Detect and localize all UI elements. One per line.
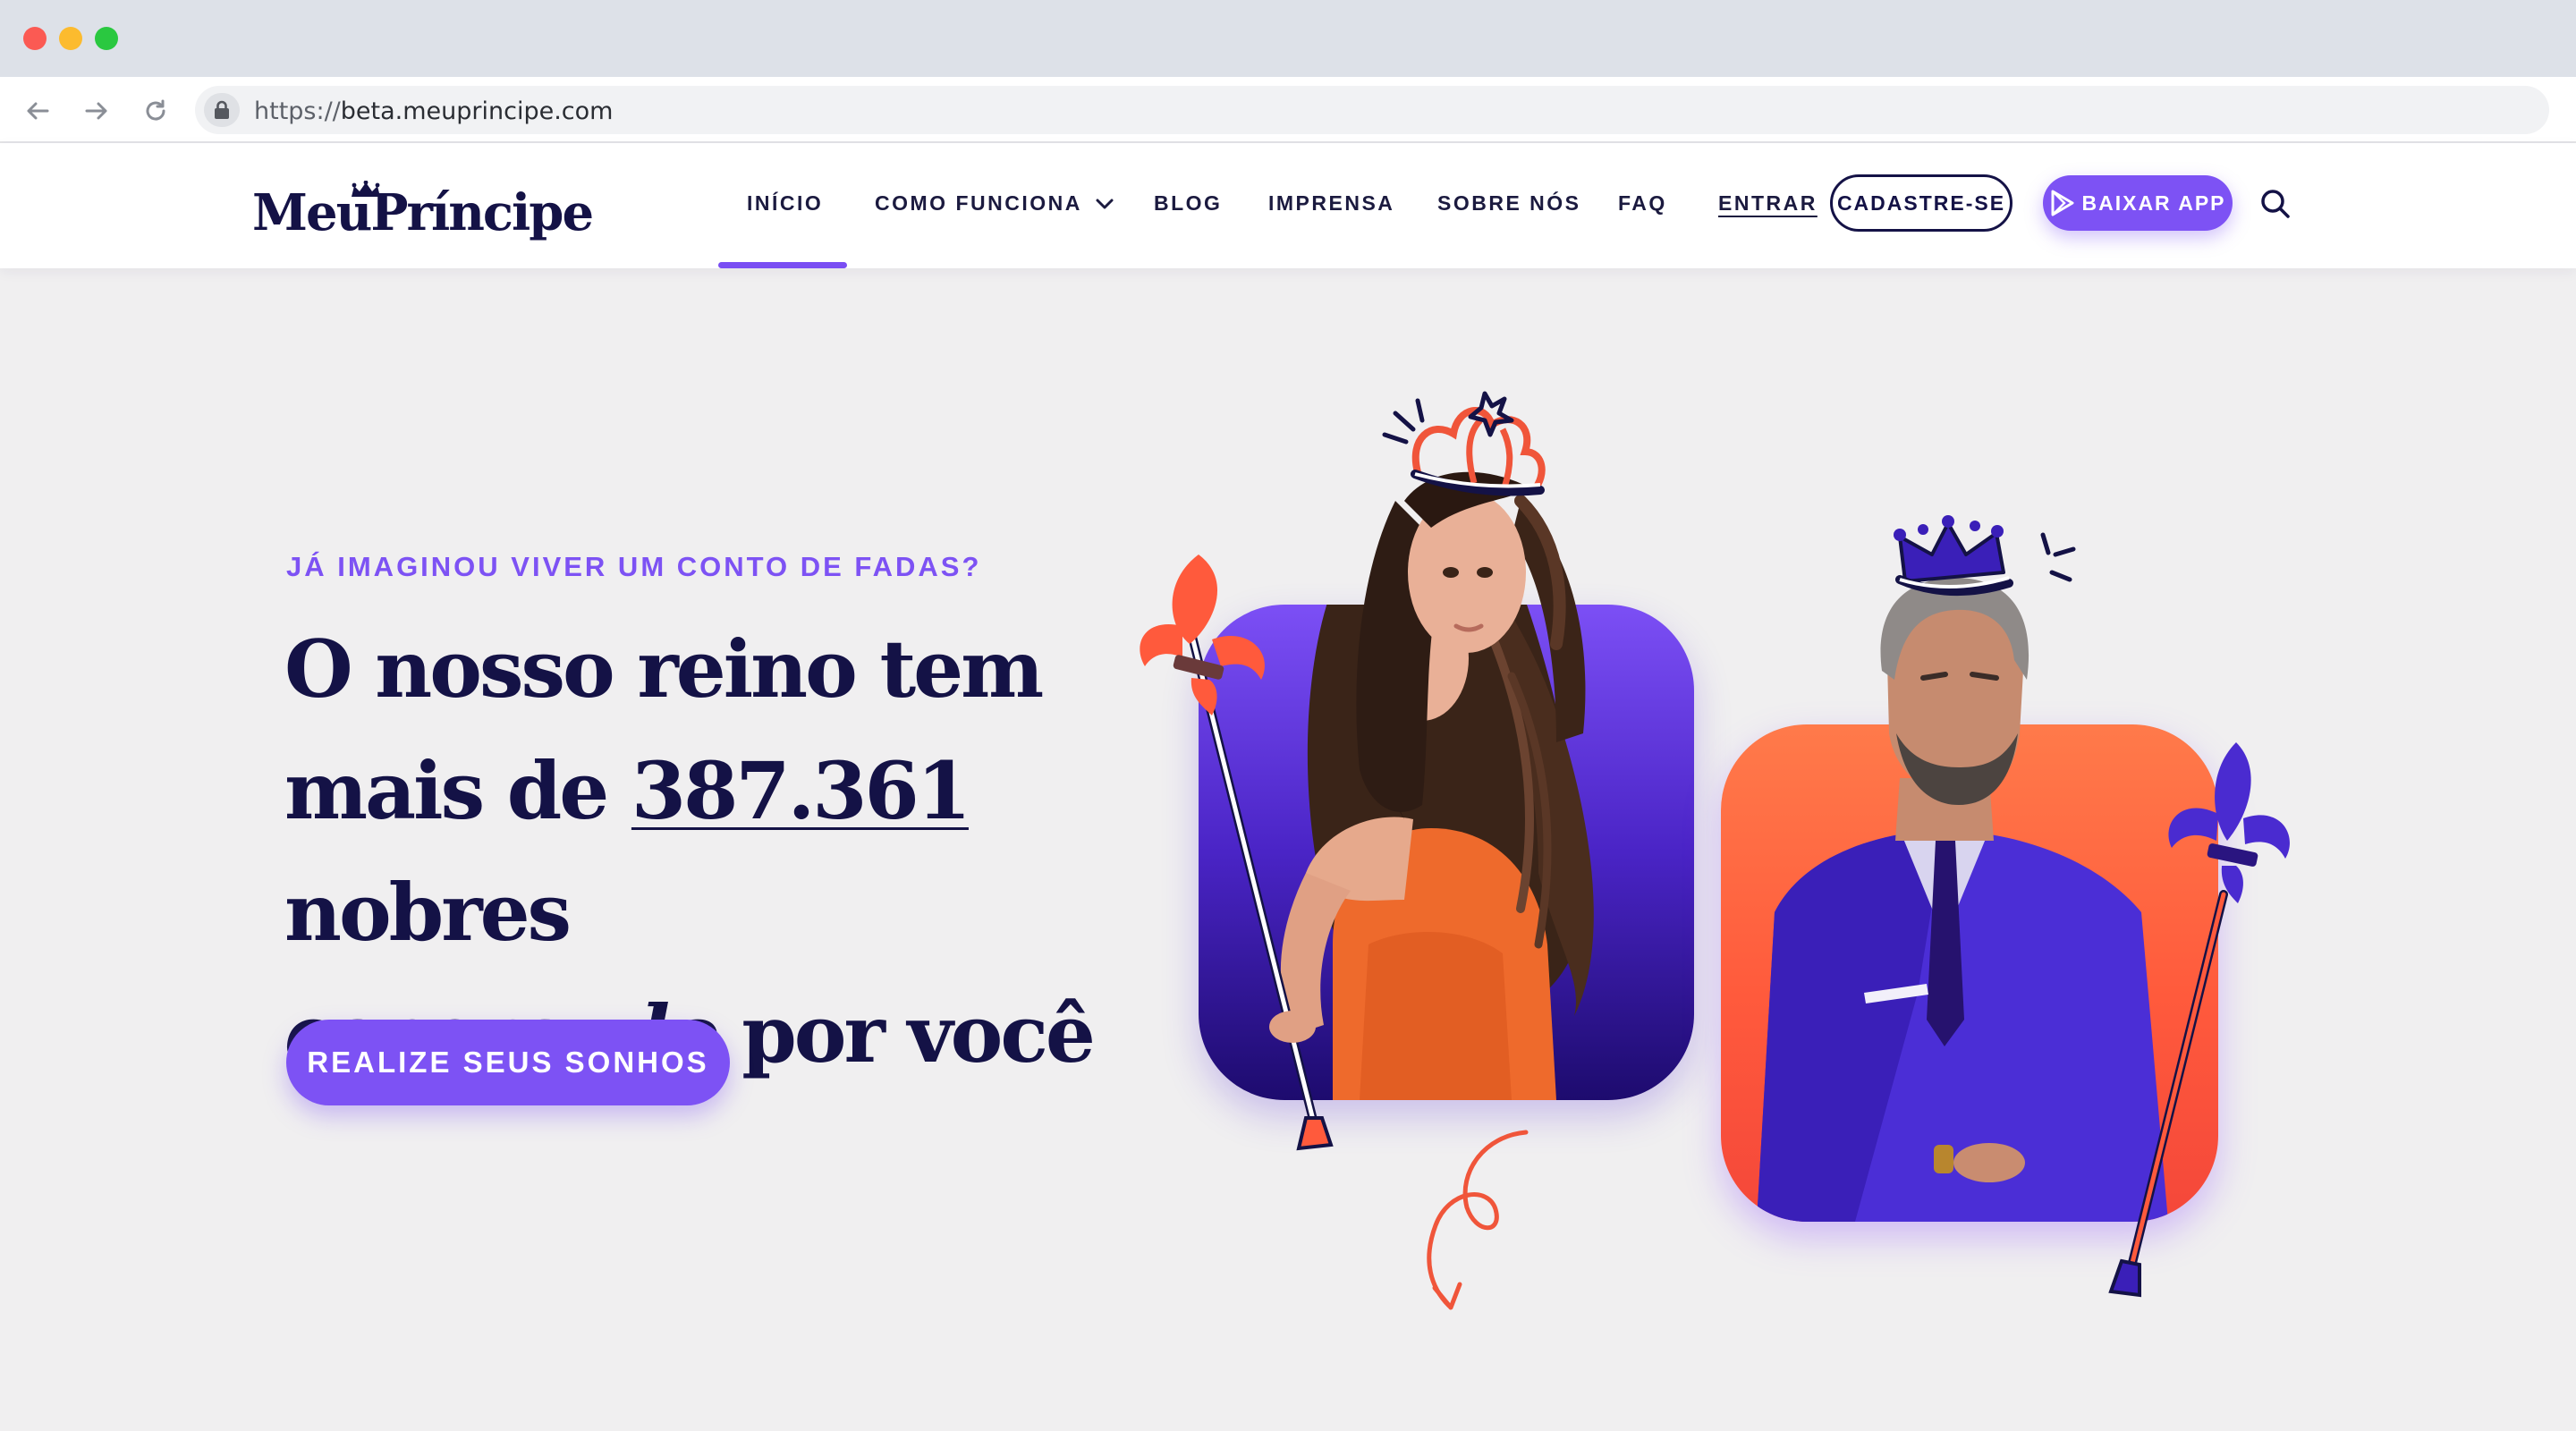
forward-button[interactable] xyxy=(79,93,114,129)
arrow-right-icon xyxy=(85,102,107,120)
nav-faq[interactable]: FAQ xyxy=(1618,191,1667,216)
logo[interactable]: MeuPríncipe xyxy=(252,177,594,249)
nav-imprensa[interactable]: IMPRENSA xyxy=(1268,191,1394,216)
search-button[interactable] xyxy=(2258,186,2293,222)
search-icon xyxy=(2261,190,2290,218)
chevron-down-icon xyxy=(1096,199,1114,209)
nav-blog[interactable]: BLOG xyxy=(1154,191,1222,216)
signup-button[interactable]: CADASTRE-SE xyxy=(1830,174,2012,232)
window-minimize-button[interactable] xyxy=(59,27,82,50)
browser-titlebar xyxy=(0,0,2576,77)
hero-eyebrow: JÁ IMAGINOU VIVER UM CONTO DE FADAS? xyxy=(286,551,982,582)
lock-icon xyxy=(215,100,229,119)
nav-inicio[interactable]: INÍCIO xyxy=(747,191,823,216)
window-close-button[interactable] xyxy=(23,27,47,50)
site-header: MeuPríncipe INÍCIO COMO FUNCIONA BLOG IM… xyxy=(0,143,2576,268)
arrow-left-icon xyxy=(27,102,49,120)
cta-button[interactable]: REALIZE SEUS SONHOS xyxy=(286,1020,730,1105)
nav-como-funciona-label: COMO FUNCIONA xyxy=(875,191,1081,215)
curly-arrow-head xyxy=(1432,1282,1462,1310)
download-app-button[interactable]: BAIXAR APP xyxy=(2043,175,2233,231)
nav-entrar[interactable]: ENTRAR xyxy=(1718,191,1818,216)
princess-card xyxy=(1199,605,1694,1100)
address-bar[interactable]: https://beta.meuprincipe.com xyxy=(195,86,2549,134)
prince-card xyxy=(1721,724,2218,1222)
headline-line-2-pre: mais de xyxy=(284,744,631,837)
play-store-icon xyxy=(2051,190,2073,216)
browser-toolbar: https://beta.meuprincipe.com xyxy=(0,77,2576,143)
reload-icon xyxy=(146,99,165,121)
crown-icon xyxy=(352,181,380,197)
crown-icon xyxy=(1894,515,2076,597)
crown-icon xyxy=(1382,391,1546,496)
nav-sobre-nos[interactable]: SOBRE NÓS xyxy=(1437,191,1581,216)
princess-image xyxy=(1280,605,1594,1100)
headline-line-2-post: nobres xyxy=(284,866,572,959)
back-button[interactable] xyxy=(20,93,55,129)
headline-line-3-post: por você xyxy=(716,987,1096,1080)
download-app-label: BAIXAR APP xyxy=(2081,191,2226,215)
prince-image xyxy=(1757,778,2168,1222)
logo-text: MeuPríncipe xyxy=(252,183,594,242)
window-maximize-button[interactable] xyxy=(95,27,118,50)
curly-arrow-icon xyxy=(1427,1130,1529,1308)
site-info-button[interactable] xyxy=(204,93,240,127)
url-text: https://beta.meuprincipe.com xyxy=(254,97,614,125)
nav-active-indicator xyxy=(718,262,847,268)
nav-como-funciona[interactable]: COMO FUNCIONA xyxy=(875,191,1114,216)
noble-count: 387.361 xyxy=(631,744,971,837)
reload-button[interactable] xyxy=(138,93,174,129)
headline-line-1: O nosso reino tem xyxy=(284,622,1044,716)
